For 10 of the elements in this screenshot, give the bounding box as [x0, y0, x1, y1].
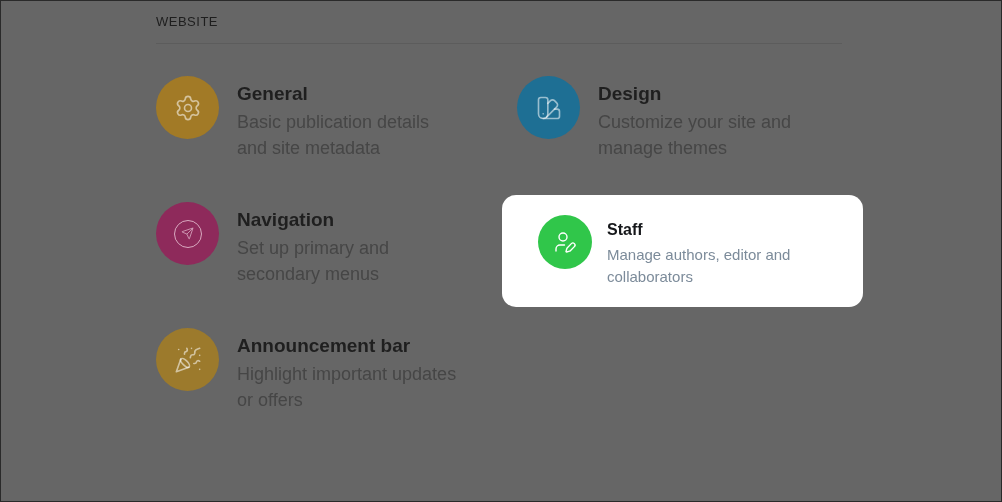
item-title: Announcement bar	[237, 334, 412, 358]
party-popper-icon	[173, 345, 202, 374]
item-title: Navigation	[237, 208, 336, 232]
item-title: Design	[598, 82, 663, 106]
section-heading: WEBSITE	[156, 14, 219, 30]
item-description: Manage authors, editor and collaborators	[607, 245, 792, 287]
settings-card[interactable]: Staff Manage authors, editor and collaborators	[502, 195, 863, 307]
item-title: General	[237, 82, 309, 106]
item-title: Staff	[607, 220, 644, 240]
user-pen-icon	[553, 230, 577, 254]
